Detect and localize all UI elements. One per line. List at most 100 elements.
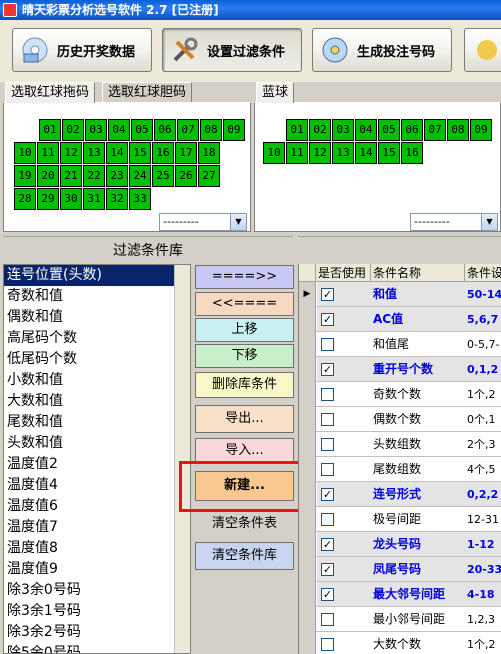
blue-ball-number[interactable]: 08 (447, 119, 469, 141)
table-row[interactable]: ✓ 连号形式 0,2,2 (299, 482, 501, 507)
row-selector[interactable] (299, 582, 316, 607)
blue-ball-number[interactable]: 06 (401, 119, 423, 141)
tab-blue[interactable]: 蓝球 (256, 82, 295, 103)
row-selector[interactable] (299, 557, 316, 582)
red-ball-number[interactable]: 13 (83, 142, 105, 164)
library-item[interactable]: 温度值9 (4, 559, 190, 580)
move-up-button[interactable]: 上移 (195, 318, 294, 342)
blue-ball-number[interactable]: 15 (378, 142, 400, 164)
red-ball-number[interactable]: 23 (106, 165, 128, 187)
row-selector[interactable] (299, 382, 316, 407)
table-row[interactable]: ✓ 重开号个数 0,1,2 (299, 357, 501, 382)
library-item[interactable]: 连号位置(头数) (4, 265, 190, 286)
library-item[interactable]: 温度值8 (4, 538, 190, 559)
table-row[interactable]: 偶数个数 0个,1 (299, 407, 501, 432)
column-header-setting[interactable]: 条件设 (465, 264, 501, 282)
add-to-table-button[interactable]: ====>> (195, 265, 294, 289)
filter-settings-button[interactable]: 设置过滤条件 (162, 28, 302, 72)
table-row[interactable]: 极号间距 12-31 (299, 507, 501, 532)
red-ball-number[interactable]: 19 (14, 165, 36, 187)
library-item[interactable]: 温度值2 (4, 454, 190, 475)
red-ball-number[interactable]: 04 (108, 119, 130, 141)
row-selector[interactable] (299, 607, 316, 632)
blue-ball-number[interactable]: 10 (263, 142, 285, 164)
red-ball-number[interactable]: 06 (154, 119, 176, 141)
enabled-checkbox[interactable]: ✓ (321, 538, 334, 551)
red-ball-number[interactable]: 02 (62, 119, 84, 141)
enabled-checkbox[interactable] (321, 513, 334, 526)
red-ball-number[interactable]: 27 (198, 165, 220, 187)
red-ball-number[interactable]: 07 (177, 119, 199, 141)
library-item[interactable]: 温度值6 (4, 496, 190, 517)
enabled-checkbox[interactable] (321, 388, 334, 401)
library-scrollbar[interactable] (174, 265, 190, 653)
blue-ball-number[interactable]: 03 (332, 119, 354, 141)
row-selector[interactable] (299, 532, 316, 557)
enabled-checkbox[interactable]: ✓ (321, 363, 334, 376)
table-row[interactable]: 奇数个数 1个,2 (299, 382, 501, 407)
red-ball-number[interactable]: 21 (60, 165, 82, 187)
table-row[interactable]: 和值尾 0-5,7- (299, 332, 501, 357)
red-ball-number[interactable]: 08 (200, 119, 222, 141)
library-item[interactable]: 大数和值 (4, 391, 190, 412)
column-header-name[interactable]: 条件名称 (371, 264, 465, 282)
blue-ball-number[interactable]: 13 (332, 142, 354, 164)
red-ball-number[interactable]: 15 (129, 142, 151, 164)
tab-red-bold[interactable]: 选取红球胆码 (102, 82, 193, 102)
red-ball-number[interactable]: 25 (152, 165, 174, 187)
enabled-checkbox[interactable] (321, 463, 334, 476)
delete-library-condition-button[interactable]: 删除库条件 (195, 372, 294, 398)
row-selector[interactable] (299, 332, 316, 357)
red-ball-number[interactable]: 09 (223, 119, 245, 141)
red-ball-number[interactable]: 05 (131, 119, 153, 141)
red-ball-number[interactable]: 33 (129, 188, 151, 210)
generate-numbers-button[interactable]: 生成投注号码 (312, 28, 452, 72)
blue-ball-number[interactable]: 02 (309, 119, 331, 141)
library-item[interactable]: 偶数和值 (4, 307, 190, 328)
red-ball-number[interactable]: 18 (198, 142, 220, 164)
blue-ball-number[interactable]: 01 (286, 119, 308, 141)
library-item[interactable]: 尾数和值 (4, 412, 190, 433)
blue-ball-number[interactable]: 16 (401, 142, 423, 164)
red-ball-number[interactable]: 11 (37, 142, 59, 164)
column-header-enabled[interactable]: 是否使用 (316, 264, 371, 282)
row-selector[interactable] (299, 457, 316, 482)
blue-ball-number[interactable]: 05 (378, 119, 400, 141)
table-row[interactable]: ✓ AC值 5,6,7 (299, 307, 501, 332)
clear-condition-table-button[interactable]: 清空条件表 (195, 511, 294, 537)
enabled-checkbox[interactable]: ✓ (321, 288, 334, 301)
library-item[interactable]: 奇数和值 (4, 286, 190, 307)
export-button[interactable]: 导出... (195, 405, 294, 433)
red-ball-number[interactable]: 24 (129, 165, 151, 187)
enabled-checkbox[interactable]: ✓ (321, 488, 334, 501)
red-ball-number[interactable]: 20 (37, 165, 59, 187)
red-ball-number[interactable]: 16 (152, 142, 174, 164)
red-ball-number[interactable]: 10 (14, 142, 36, 164)
red-ball-number[interactable]: 32 (106, 188, 128, 210)
library-item[interactable]: 除5余0号码 (4, 643, 190, 653)
library-item[interactable]: 除3余1号码 (4, 601, 190, 622)
row-selector[interactable] (299, 407, 316, 432)
blue-ball-number[interactable]: 04 (355, 119, 377, 141)
library-item[interactable]: 低尾码个数 (4, 349, 190, 370)
row-selector[interactable] (299, 632, 316, 654)
table-row[interactable]: 尾数组数 4个,5 (299, 457, 501, 482)
history-data-button[interactable]: 历史开奖数据 (12, 28, 152, 72)
enabled-checkbox[interactable] (321, 338, 334, 351)
move-down-button[interactable]: 下移 (195, 344, 294, 368)
row-selector[interactable] (299, 307, 316, 332)
table-row[interactable]: 大数个数 1个,2 (299, 632, 501, 654)
library-item[interactable]: 小数和值 (4, 370, 190, 391)
clear-condition-library-button[interactable]: 清空条件库 (195, 542, 294, 570)
red-ball-number[interactable]: 22 (83, 165, 105, 187)
blue-combo[interactable]: --------- ▼ (410, 213, 498, 231)
enabled-checkbox[interactable] (321, 413, 334, 426)
table-row[interactable]: ✓ 凤尾号码 20-33 (299, 557, 501, 582)
row-pointer-icon[interactable]: ▶ (299, 282, 316, 307)
table-row[interactable]: ▶ ✓ 和值 50-14 (299, 282, 501, 307)
table-row[interactable]: 头数组数 2个,3 (299, 432, 501, 457)
row-selector[interactable] (299, 507, 316, 532)
remove-from-table-button[interactable]: <<==== (195, 292, 294, 316)
library-item[interactable]: 头数和值 (4, 433, 190, 454)
row-selector[interactable] (299, 357, 316, 382)
